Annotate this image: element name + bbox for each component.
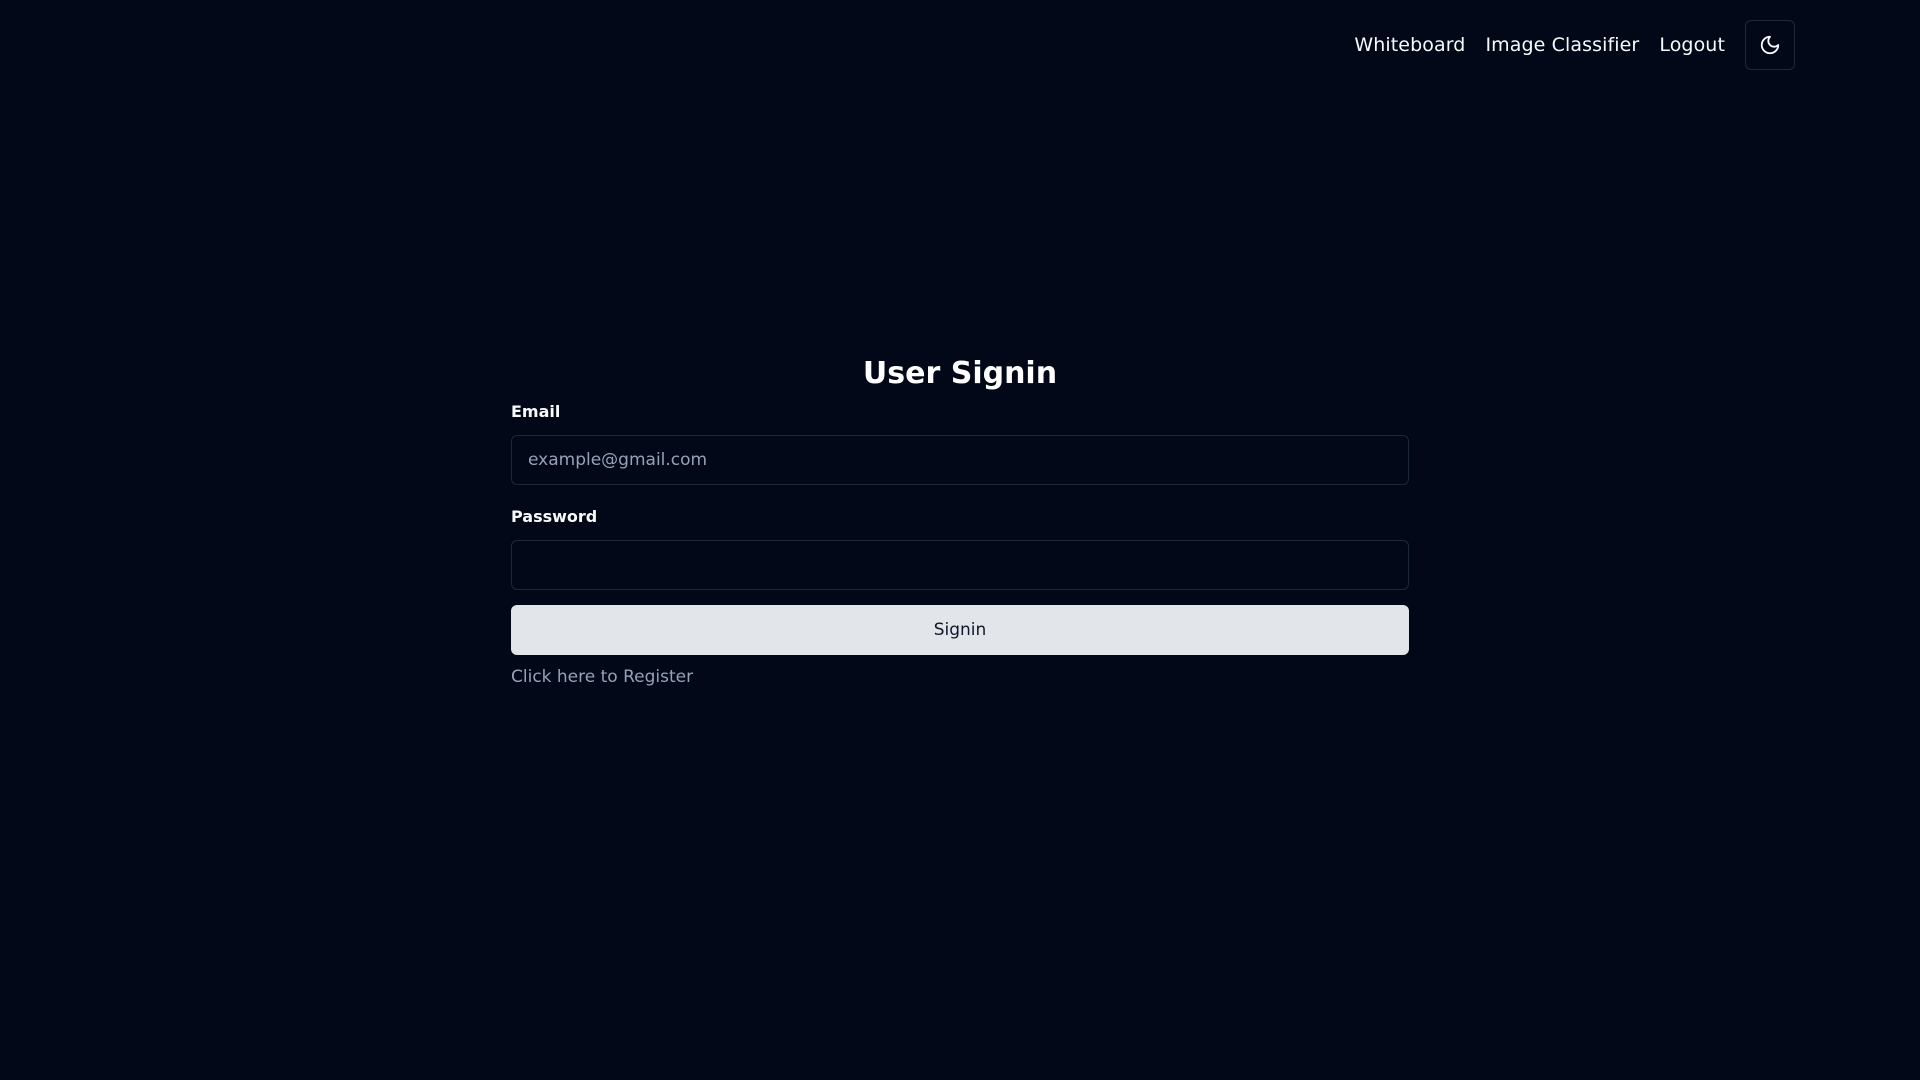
- register-link[interactable]: Click here to Register: [511, 667, 693, 687]
- nav-link-whiteboard[interactable]: Whiteboard: [1354, 20, 1465, 70]
- nav-link-image-classifier[interactable]: Image Classifier: [1485, 20, 1639, 70]
- signin-button[interactable]: Signin: [511, 605, 1409, 655]
- password-field[interactable]: [511, 540, 1409, 590]
- email-field[interactable]: [511, 435, 1409, 485]
- top-nav: Whiteboard Image Classifier Logout: [1354, 20, 1795, 70]
- page-title: User Signin: [862, 356, 1058, 391]
- signin-form: User Signin Email Password Signin Click …: [511, 352, 1409, 687]
- moon-icon: [1759, 34, 1781, 56]
- password-label: Password: [511, 507, 598, 526]
- theme-toggle-button[interactable]: [1745, 20, 1795, 70]
- nav-link-logout[interactable]: Logout: [1659, 20, 1725, 70]
- email-label: Email: [511, 402, 561, 421]
